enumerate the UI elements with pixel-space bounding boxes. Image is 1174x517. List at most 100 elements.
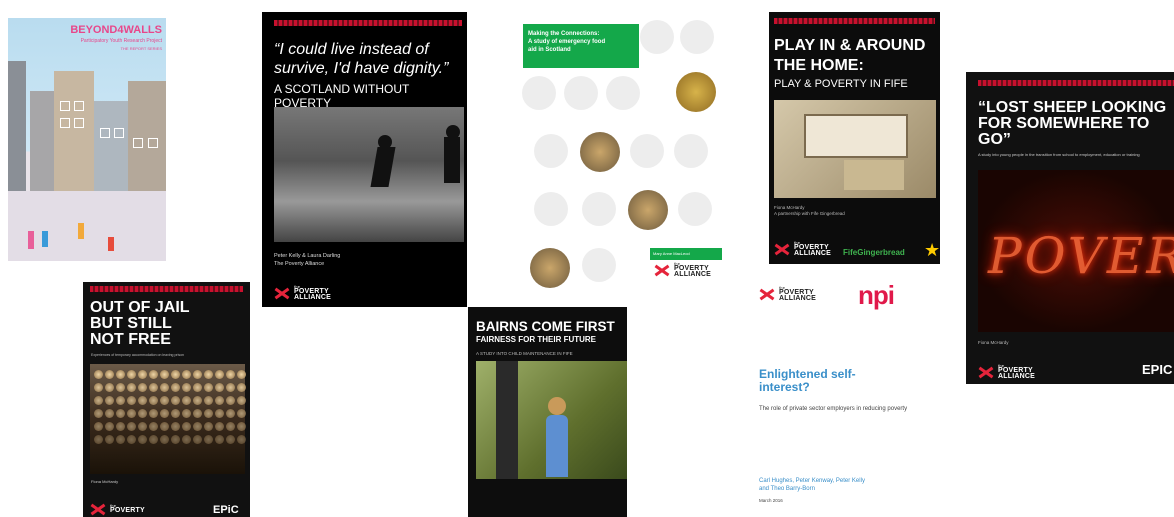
cover-author: Fiona McHardy (978, 340, 1009, 345)
light-dot (116, 396, 125, 405)
cover-beyond4walls[interactable]: BEYOND4WALLS Participatory Youth Researc… (8, 18, 166, 261)
cover-scotland-without-poverty[interactable]: “I could live instead of survive, I'd ha… (262, 12, 467, 307)
cover-author: Fiona McHardy (91, 479, 119, 484)
light-dot (160, 370, 169, 379)
author-line: and Theo Barry-Born (759, 486, 815, 492)
epic-logo: EPiC (213, 504, 239, 516)
cover-subtitle: PLAY & POVERTY IN FIFE (774, 78, 908, 90)
author-tag: Mary Anne MacLeod (650, 248, 722, 260)
light-dot (149, 422, 158, 431)
icon-circle (640, 20, 674, 54)
cover-photo (774, 100, 936, 198)
light-dot (193, 396, 202, 405)
poverty-alliance-logo: the POVERTY (90, 503, 145, 515)
light-dot (105, 383, 114, 392)
icon-circle (674, 134, 708, 168)
npi-logo: npi (858, 280, 895, 310)
light-dot (116, 383, 125, 392)
title-line: NOT FREE (90, 331, 171, 348)
cover-authors: Carl Hughes, Peter Kenway, Peter Kelly a… (759, 477, 865, 493)
photo-circle (530, 248, 570, 288)
light-dot (105, 396, 114, 405)
light-dot (105, 409, 114, 418)
light-dot (215, 396, 224, 405)
saltire-icon (90, 503, 106, 515)
banner-line: aid in Scotland (528, 47, 571, 53)
light-dot (149, 435, 158, 444)
author-line: Carl Hughes, Peter Kenway, Peter Kelly (759, 478, 865, 484)
light-dot (204, 409, 213, 418)
light-dot (94, 370, 103, 379)
cover-photo (476, 361, 627, 479)
cover-author: Peter Kelly & Laura Darling The Poverty … (274, 252, 340, 268)
light-dot (215, 383, 224, 392)
stripe-decoration (274, 20, 462, 26)
light-dot (193, 422, 202, 431)
icon-circle (680, 20, 714, 54)
light-dot (105, 435, 114, 444)
cover-title: PLAY IN & AROUND THE HOME: (774, 36, 925, 76)
light-dot (204, 383, 213, 392)
author-line: A partnership with Fife Gingerbread (774, 211, 845, 216)
photo-circle (580, 132, 620, 172)
cover-photo (90, 364, 246, 474)
light-dot (149, 383, 158, 392)
title-line: interest? (759, 380, 810, 394)
light-dot (237, 370, 246, 379)
saltire-icon (274, 287, 290, 299)
stripe-decoration (774, 18, 935, 24)
cover-title: Enlightened self- interest? (759, 368, 856, 394)
light-dot (160, 383, 169, 392)
light-dot (116, 370, 125, 379)
cover-lost-sheep[interactable]: “LOST SHEEP LOOKING FOR SOMEWHERE TO GO”… (966, 72, 1174, 384)
fife-gingerbread-logo: FifeGingerbread (843, 248, 905, 257)
light-dot (226, 396, 235, 405)
light-dot (226, 370, 235, 379)
light-dot (160, 422, 169, 431)
banner-line: A study of emergency food (528, 39, 606, 45)
icon-circle (522, 76, 556, 110)
cover-play-in-around-home[interactable]: PLAY IN & AROUND THE HOME: PLAY & POVERT… (769, 12, 940, 264)
cover-subtitle: Experiences of temporary accommodation o… (91, 353, 184, 357)
poverty-alliance-logo: the POVERTY ALLIANCE (274, 285, 331, 301)
cover-bairns-come-first[interactable]: BAIRNS COME FIRST FAIRNESS FOR THEIR FUT… (468, 307, 627, 517)
light-dot (138, 396, 147, 405)
cover-subtitle: A SCOTLAND WITHOUT POVERTY (274, 82, 410, 110)
light-dot (237, 396, 246, 405)
title-line: PLAY IN & AROUND (774, 37, 926, 54)
title-line: BUT STILL (90, 315, 172, 332)
light-dot (94, 409, 103, 418)
cover-date: March 2016 (759, 498, 783, 503)
cover-enlightened-self-interest[interactable]: the POVERTY ALLIANCE npi Enlightened self-… (748, 272, 948, 517)
neon-poverty-text: POVERTY (988, 227, 1174, 285)
cover-banner: Making the Connections: A study of emerg… (523, 24, 639, 68)
cover-title: BAIRNS COME FIRST (476, 319, 615, 334)
author-line: Peter Kelly & Laura Darling (274, 253, 341, 259)
cover-out-of-jail[interactable]: OUT OF JAIL BUT STILL NOT FREE Experienc… (83, 282, 250, 517)
poverty-alliance-logo: the POVERTY ALLIANCE (774, 241, 831, 257)
light-dot (127, 435, 136, 444)
light-dot (94, 422, 103, 431)
author-line: The Poverty Alliance (274, 261, 325, 267)
cover-making-connections[interactable]: Making the Connections: A study of emerg… (518, 12, 728, 302)
light-dot (215, 422, 224, 431)
light-dot (127, 422, 136, 431)
icon-circle (678, 192, 712, 226)
light-dot (215, 409, 224, 418)
light-dot (138, 409, 147, 418)
light-dot (138, 383, 147, 392)
title-line: OUT OF JAIL (90, 299, 190, 316)
light-dot (171, 435, 180, 444)
light-dot (193, 383, 202, 392)
cover-tag: THE REPORT SERIES (120, 46, 162, 51)
light-dot (171, 370, 180, 379)
light-dot (237, 383, 246, 392)
light-dot (204, 370, 213, 379)
cover-title: BEYOND4WALLS (70, 24, 162, 36)
cover-photo (274, 107, 464, 242)
light-dot (226, 435, 235, 444)
icon-circle (606, 76, 640, 110)
light-dot (193, 435, 202, 444)
stripe-decoration (978, 80, 1174, 86)
light-dot (193, 370, 202, 379)
